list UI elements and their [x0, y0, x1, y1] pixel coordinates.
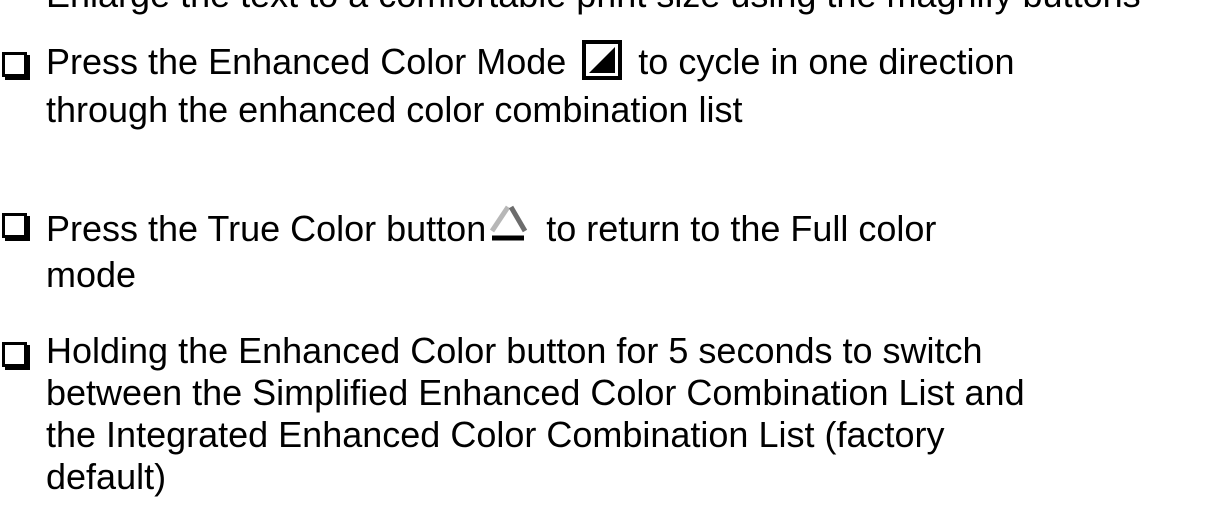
item-text-line: between the Simplified Enhanced Color Co… — [46, 372, 1025, 413]
item-text-continuation: mode — [46, 254, 137, 295]
item-text-after-icon: to cycle in one direction — [638, 41, 1015, 82]
list-item-text: Press the True Color button to return to … — [46, 201, 1229, 296]
checkbox-icon — [2, 213, 27, 238]
enhanced-color-mode-icon — [582, 40, 623, 89]
checkbox-icon — [2, 52, 27, 77]
list-item-text: Holding the Enhanced Color button for 5 … — [46, 330, 1229, 498]
item-text-line: the Integrated Enhanced Color Combinatio… — [46, 414, 945, 455]
item-text-before-icon: Press the True Color button — [46, 208, 487, 249]
item-text-before-icon: Press the Enhanced Color Mode — [46, 41, 567, 82]
checkbox-icon — [2, 342, 27, 367]
item-text-after-icon: to return to the Full color — [546, 208, 937, 249]
item-text-continuation: through the enhanced color combination l… — [46, 89, 743, 130]
previous-line-fragment: Enlarge the text to a comfortable print … — [46, 0, 1141, 16]
item-text-line: Holding the Enhanced Color button for 5 … — [46, 330, 983, 371]
list-item-text: Press the Enhanced Color Mode to cycle in… — [46, 40, 1229, 131]
true-color-icon — [486, 201, 530, 254]
item-text-line: default) — [46, 456, 167, 497]
